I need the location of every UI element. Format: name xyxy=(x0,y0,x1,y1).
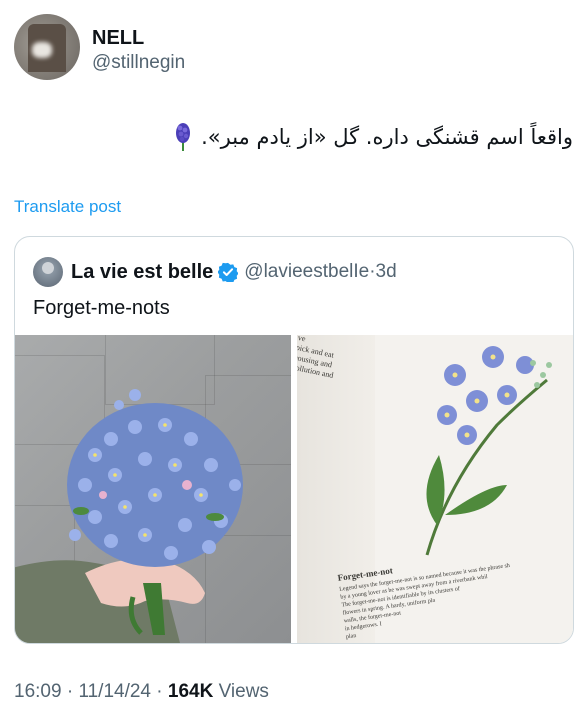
post-meta: 16:09 · 11/14/24 · 164K Views xyxy=(14,681,269,703)
meta-separator: · xyxy=(156,681,163,702)
post-text-body: واقعاً اسم قشنگی داره. گل «از یادم مبر». xyxy=(201,125,573,149)
book-illustration-photo[interactable]: ve pick and eat housing and pollution an… xyxy=(297,335,573,643)
quoted-author-handle[interactable]: @lavieestbelIe·3d xyxy=(244,261,396,283)
hyacinth-icon xyxy=(173,122,193,152)
quoted-avatar[interactable] xyxy=(33,257,63,287)
post-author: NELL @stillnegin xyxy=(14,14,185,80)
views-count: 164K xyxy=(167,681,214,702)
bouquet-photo[interactable] xyxy=(15,335,291,643)
views-label: Views xyxy=(218,681,269,702)
meta-separator: · xyxy=(66,681,74,702)
translate-post-link[interactable]: Translate post xyxy=(14,197,121,217)
quoted-post[interactable]: La vie est belle @lavieestbelIe·3d Forge… xyxy=(14,236,574,644)
quoted-time: 3d xyxy=(375,261,397,282)
verified-badge-icon xyxy=(218,262,239,282)
post-text: واقعاً اسم قشنگی داره. گل «از یادم مبر». xyxy=(173,122,573,152)
author-name[interactable]: NELL xyxy=(92,26,185,50)
post-date[interactable]: 11/14/24 xyxy=(78,681,151,702)
author-handle[interactable]: @stillnegin xyxy=(92,50,185,76)
post-time[interactable]: 16:09 xyxy=(14,681,62,702)
avatar[interactable] xyxy=(14,14,80,80)
quoted-post-header: La vie est belle @lavieestbelIe·3d xyxy=(33,257,397,287)
quoted-post-text: Forget-me-nots xyxy=(33,297,170,319)
quoted-author-name[interactable]: La vie est belle xyxy=(71,261,213,284)
quoted-handle-text: @lavieestbelIe xyxy=(244,261,370,282)
